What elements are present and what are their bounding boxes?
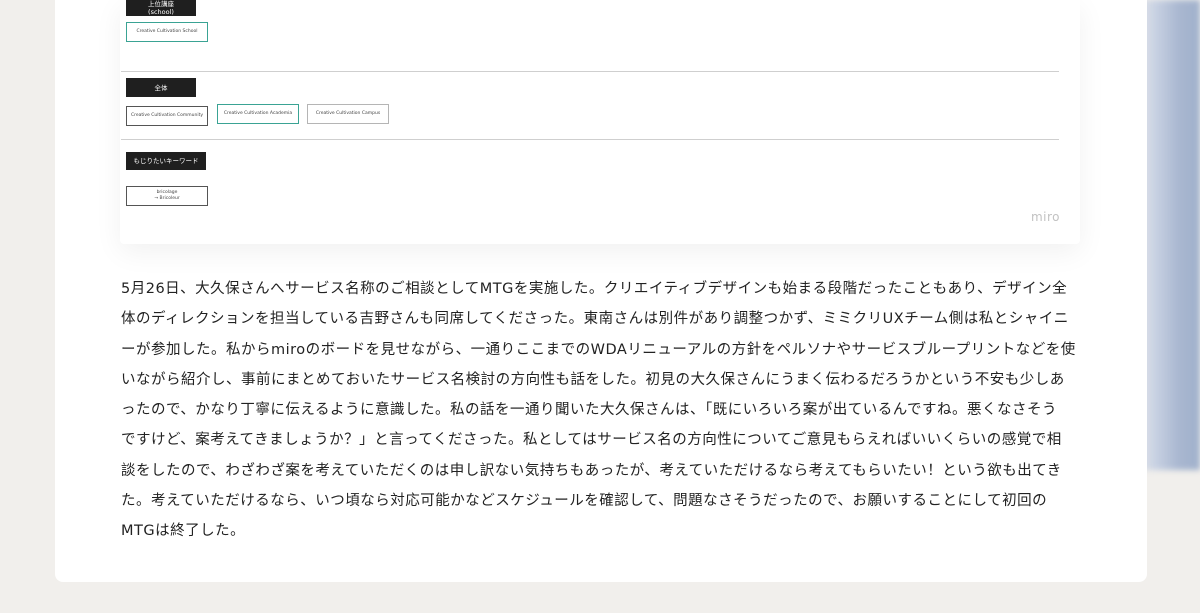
article-line: MTGは終了した。	[121, 523, 246, 540]
campus-chip: Creative Cultivation Campus	[307, 104, 389, 124]
academia-chip-text: Creative Cultivation Academia	[223, 111, 293, 116]
article-line: ーが参加した。私からmiroのボードを見せながら、一通りここまでのWDAリニュー…	[121, 341, 1076, 358]
academia-chip: Creative Cultivation Academia	[217, 104, 299, 124]
article-line: 5月26日、大久保さんへサービス名称のご相談としてMTGを実施した。クリエイティ…	[121, 281, 1068, 297]
keyword-chip-line2: → Bricoleur	[154, 196, 180, 201]
keyword-chip: bricolage → Bricoleur	[126, 186, 208, 206]
article-line: いながら紹介し、事前にまとめておいたサービス名検討の方向性も話をした。初見の大久…	[121, 371, 1065, 388]
miro-board-embed[interactable]: 上位講座 (school) Creative Cultivation Schoo…	[120, 0, 1080, 244]
article-line: 体のディレクションを担当している吉野さんも同席してくださった。東南さんは別件があ…	[121, 311, 1069, 328]
school-section-label: 上位講座 (school)	[126, 0, 196, 16]
miro-logo: miro	[1030, 210, 1060, 224]
community-chip: Creative Cultivation Community	[126, 106, 208, 126]
community-chip-text: Creative Cultivation Community	[130, 113, 204, 118]
school-label-line2: (school)	[148, 8, 174, 16]
all-label-text: 全体	[154, 83, 168, 92]
school-chip: Creative Cultivation School	[126, 22, 208, 42]
section-divider-2	[121, 139, 1059, 140]
campus-chip-text: Creative Cultivation Campus	[315, 111, 381, 116]
article-paragraph: 5月26日、大久保さんへサービス名称のご相談としてMTGを実施した。クリエイティ…	[121, 274, 1081, 547]
school-chip-text: Creative Cultivation School	[136, 29, 198, 34]
school-label-line1: 上位講座	[148, 0, 174, 8]
article-line: 談をしたので、わざわざ案を考えていただくのは申し訳ない気持ちもあったが、考えてい…	[121, 462, 1062, 479]
article-line: ですけど、案考えてきましょうか？」と言ってくださった。私としてはサービス名の方向…	[121, 432, 1062, 449]
section-divider-1	[121, 71, 1059, 72]
article-line: ったので、かなり丁寧に伝えるように意識した。私の話を一通り聞いた大久保さんは、「…	[121, 402, 1058, 419]
article-line: た。考えていただけるなら、いつ頃なら対応可能かなどスケジュールを確認して、問題な…	[121, 493, 1048, 510]
keyword-section-label: もじりたいキーワード	[126, 152, 206, 170]
keyword-label-text: もじりたいキーワード	[133, 157, 199, 165]
article-card: 上位講座 (school) Creative Cultivation Schoo…	[55, 0, 1147, 582]
all-section-label: 全体	[126, 78, 196, 97]
